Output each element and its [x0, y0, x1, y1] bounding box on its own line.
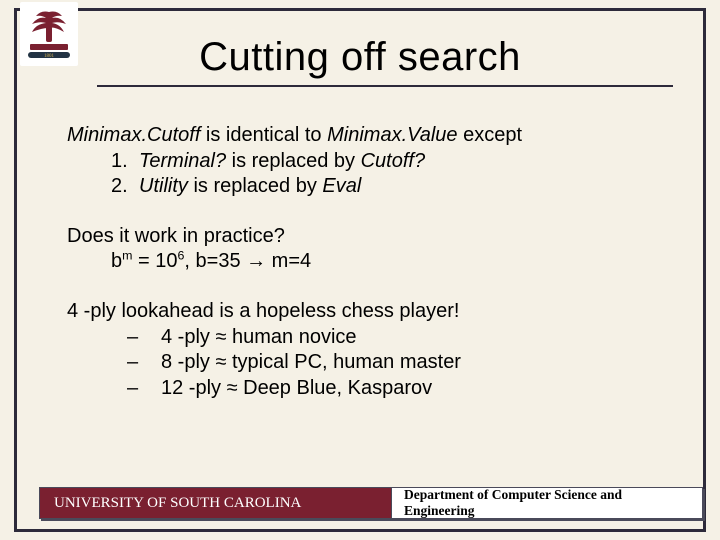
paragraph-2: Does it work in practice? bm = 106, b=35… — [67, 224, 663, 275]
p3-item2: –8 -ply ≈ typical PC, human master — [67, 350, 663, 376]
palmetto-tree-icon: 1801 — [26, 8, 72, 60]
p3-line1: 4 -ply lookahead is a hopeless chess pla… — [67, 299, 663, 325]
slide-content: Minimax.Cutoff is identical to Minimax.V… — [67, 123, 663, 425]
p3-item1: –4 -ply ≈ human novice — [67, 325, 663, 351]
usc-logo: 1801 — [20, 2, 78, 66]
slide-title: Cutting off search — [17, 35, 703, 80]
title-underline — [97, 85, 673, 87]
footer-university: UNIVERSITY OF SOUTH CAROLINA — [39, 487, 391, 519]
p2-line1: Does it work in practice? — [67, 224, 663, 250]
paragraph-3: 4 -ply lookahead is a hopeless chess pla… — [67, 299, 663, 401]
footer-department: Department of Computer Science and Engin… — [391, 487, 703, 519]
paragraph-1: Minimax.Cutoff is identical to Minimax.V… — [67, 123, 663, 200]
p2-line2: bm = 106, b=35 → m=4 — [67, 249, 663, 275]
p1-item1: 1.Terminal? is replaced by Cutoff? — [67, 149, 663, 175]
p3-item3: –12 -ply ≈ Deep Blue, Kasparov — [67, 376, 663, 402]
slide-frame: Cutting off search Minimax.Cutoff is ide… — [14, 8, 706, 532]
p1-line1: Minimax.Cutoff is identical to Minimax.V… — [67, 123, 663, 149]
p1-item2: 2.Utility is replaced by Eval — [67, 174, 663, 200]
svg-text:1801: 1801 — [44, 54, 55, 59]
footer: UNIVERSITY OF SOUTH CAROLINA Department … — [39, 487, 703, 519]
